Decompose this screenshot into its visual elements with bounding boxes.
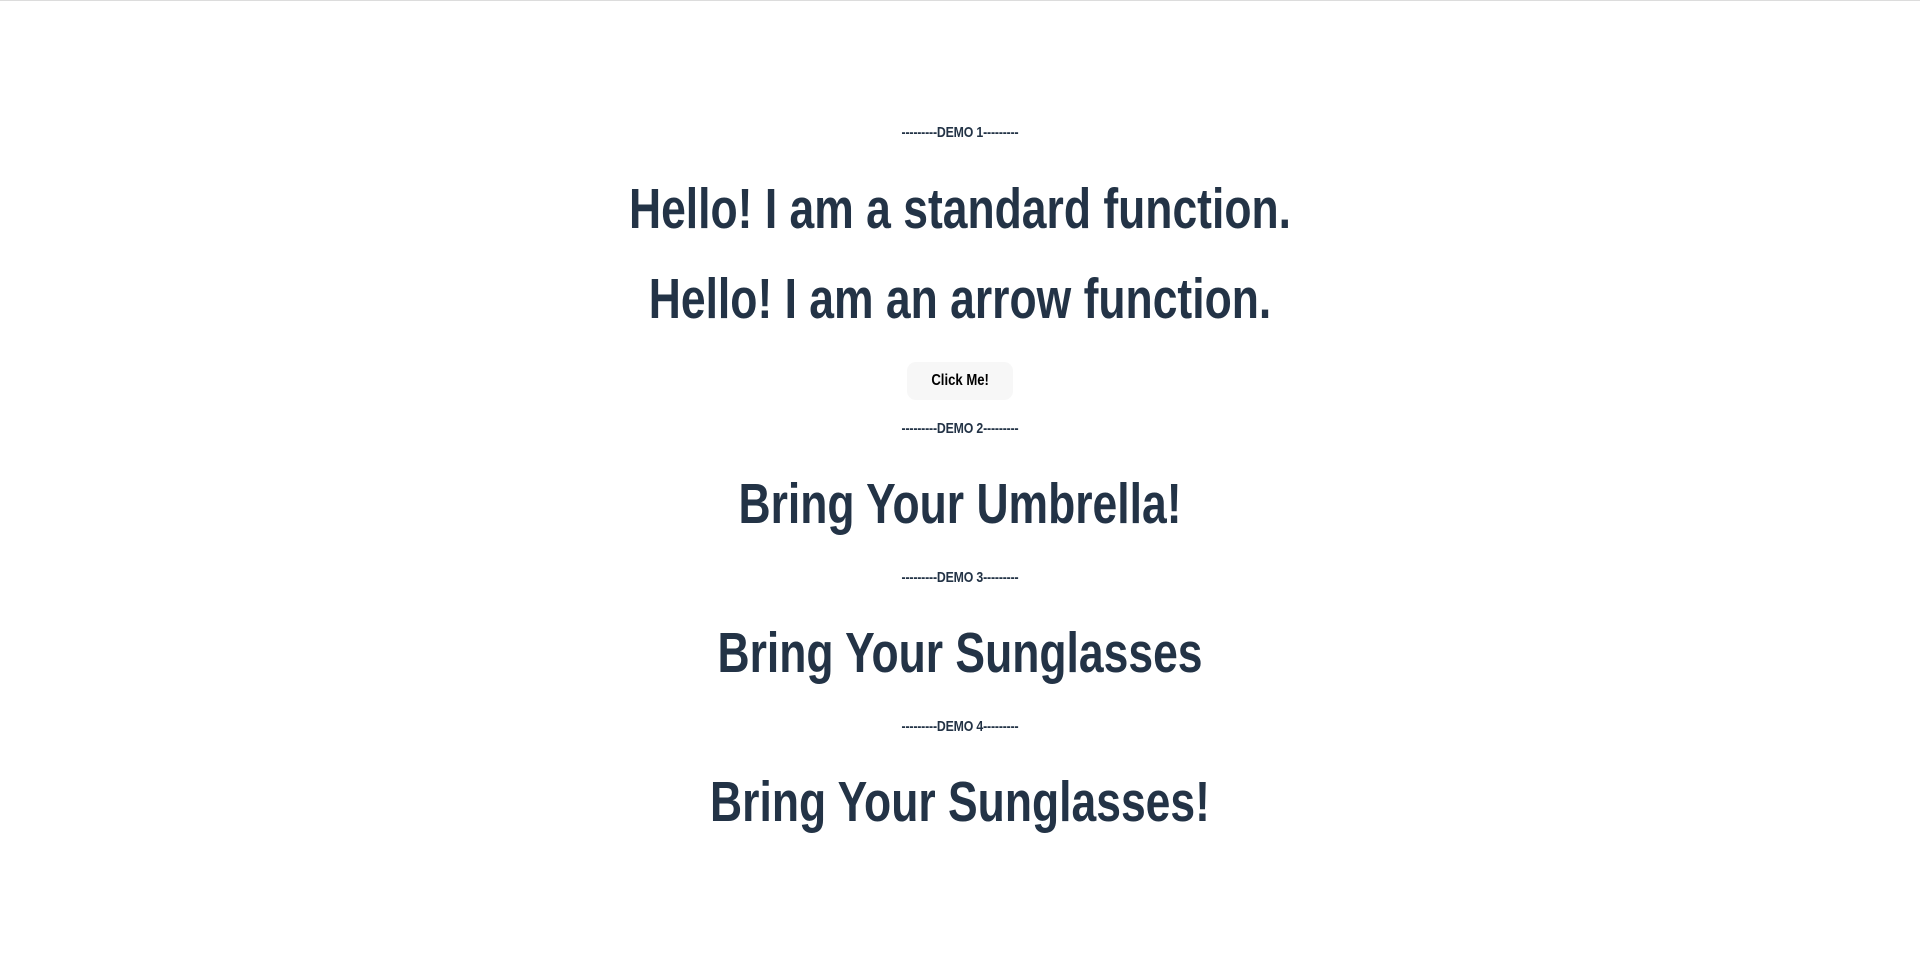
standard-function-heading: Hello! I am a standard function. [628,177,1292,241]
arrow-function-heading: Hello! I am an arrow function. [648,267,1272,331]
click-button-container: Click Me! [0,362,1920,400]
demo-3-divider: ---------DEMO 3--------- [901,569,1019,586]
demo-1-divider: ---------DEMO 1--------- [901,124,1019,141]
top-border [0,0,1920,1]
umbrella-heading: Bring Your Umbrella! [738,472,1182,536]
demo-2-divider: ---------DEMO 2--------- [901,420,1019,437]
demo-4-divider: ---------DEMO 4--------- [901,718,1019,735]
click-me-button-label: Click Me! [931,372,989,389]
sunglasses-heading: Bring Your Sunglasses [717,621,1203,685]
sunglasses-exclaim-heading: Bring Your Sunglasses! [710,770,1210,834]
click-me-button[interactable]: Click Me! [906,362,1014,400]
